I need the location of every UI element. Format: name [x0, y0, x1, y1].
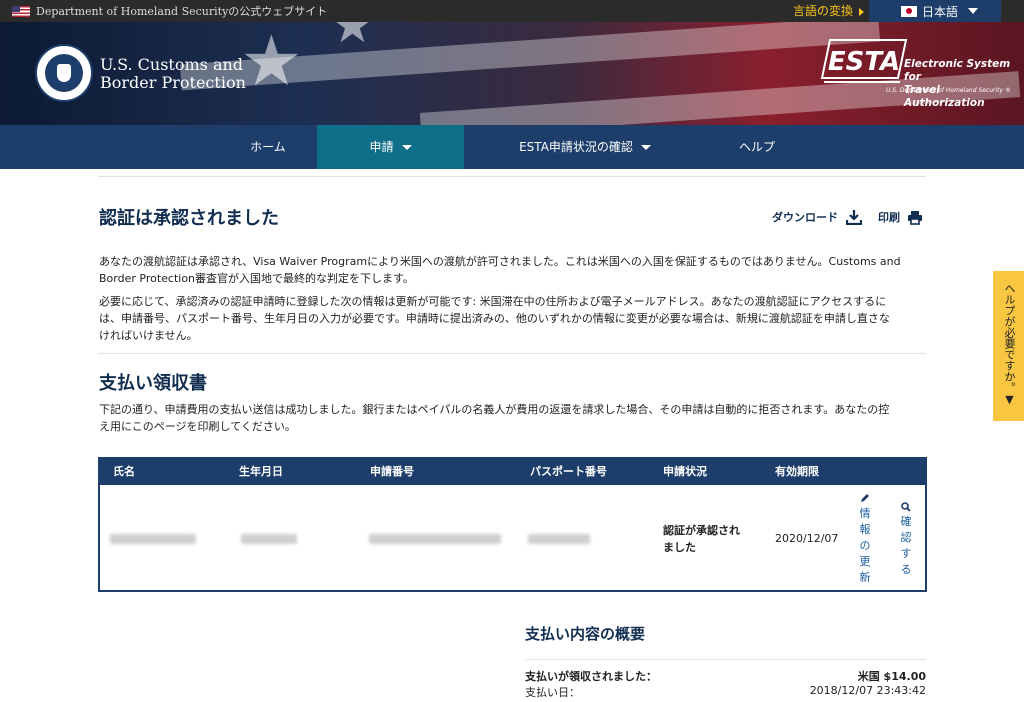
status-text: 認証が承認され ました — [663, 522, 740, 556]
site-header: ★ ★ U.S. Customs and Border Protection E… — [0, 22, 1024, 125]
update-info-label[interactable]: 情 報 の 更 新 — [858, 506, 872, 586]
update-info-char: 報 — [859, 523, 871, 536]
status-text-line1: 認証が承認され — [663, 524, 740, 537]
divider — [98, 176, 926, 177]
esta-title-line1: Electronic System for — [904, 58, 1011, 83]
us-flag-icon — [12, 5, 30, 17]
status-text-line2: ました — [663, 541, 696, 554]
language-change-label[interactable]: 言語の変換 — [793, 4, 853, 18]
receipt-paragraph-line1: 下記の通り、申請費用の支払い送信は成功しました。銀行またはペイパルの名義人が費用… — [99, 403, 890, 416]
nav-home-label: ホーム — [250, 140, 286, 154]
nav-help-label: ヘルプ — [738, 140, 775, 154]
agency-name[interactable]: U.S. Customs and Border Protection — [100, 56, 246, 92]
pencil-icon — [861, 494, 869, 502]
approval-paragraph-2: 必要に応じて、承認済みの認証申請時に登録した次の情報は更新が可能です: 米国滞在… — [99, 293, 914, 344]
download-label: ダウンロード — [772, 211, 838, 224]
check-status-label[interactable]: 確 認 す る — [899, 514, 913, 578]
approval-paragraph-2-line3: ければいけません。 — [99, 329, 198, 342]
japan-flag-icon — [901, 5, 917, 17]
column-header-status: 申請状況 — [663, 465, 707, 478]
column-header-expiry: 有効期限 — [775, 465, 819, 478]
agency-name-line1: U.S. Customs and — [100, 55, 244, 74]
help-tab[interactable]: ヘルプが必要ですか。▼ — [993, 271, 1024, 421]
approval-paragraph-2-line2: は、申請番号、パスポート番号、生年月日の入力が必要です。申請時に提出済みの、他の… — [99, 312, 890, 325]
chevron-down-icon — [401, 145, 412, 150]
receipt-paragraph: 下記の通り、申請費用の支払い送信は成功しました。銀行またはペイパルの名義人が費用… — [99, 401, 914, 435]
gov-banner-text: Department of Homeland Securityの公式ウェブサイト — [36, 5, 328, 18]
column-header-passport-number: パスポート番号 — [530, 465, 607, 478]
column-header-birthdate: 生年月日 — [239, 465, 283, 478]
print-label: 印刷 — [878, 211, 900, 224]
nav-home[interactable]: ホーム — [218, 125, 318, 169]
table-header: 氏名 生年月日 申請番号 パスポート番号 申請状況 有効期限 — [100, 459, 925, 485]
nav-help[interactable]: ヘルプ — [712, 125, 802, 169]
esta-logo-text: ESTA — [828, 47, 900, 77]
update-info-char: の — [859, 539, 871, 552]
divider — [98, 353, 926, 354]
dhs-seal-logo[interactable] — [35, 44, 93, 102]
column-header-name: 氏名 — [113, 465, 135, 478]
receipt-title: 支払い領収書 — [99, 373, 207, 394]
nav-apply[interactable]: 申請 — [317, 125, 464, 169]
redacted-birthdate — [241, 534, 297, 544]
check-status-char: す — [900, 547, 912, 560]
payment-date: 2018/12/07 23:43:42 — [809, 684, 926, 697]
search-icon — [901, 502, 911, 512]
redacted-application-number — [369, 534, 501, 544]
chevron-down-icon — [968, 8, 979, 14]
agency-name-line2: Border Protection — [100, 73, 246, 92]
nav-check-status[interactable]: ESTA申請状況の確認 — [500, 125, 670, 169]
nav-apply-label: 申請 — [369, 140, 394, 154]
check-status-char: 認 — [900, 531, 912, 544]
approval-title: 認証は承認されました — [99, 208, 279, 229]
payment-summary-title: 支払い内容の概要 — [525, 625, 646, 643]
check-status-char: る — [900, 563, 912, 576]
nav-check-status-label: ESTA申請状況の確認 — [519, 140, 633, 154]
language-select[interactable]: 日本語 — [869, 0, 1001, 22]
update-info-char: 更 — [859, 555, 871, 568]
redacted-passport-number — [528, 534, 590, 544]
redacted-name — [110, 534, 196, 544]
approval-paragraph-2-line1: 必要に応じて、承認済みの認証申請時に登録した次の情報は更新が可能です: 米国滞在… — [99, 295, 887, 308]
help-tab-label: ヘルプが必要ですか。▼ — [1003, 283, 1016, 406]
payment-received-label: 支払いが領収されました： — [525, 670, 657, 683]
language-change-link[interactable]: 言語の変換 — [793, 0, 865, 22]
esta-logo[interactable]: ESTA — [820, 38, 908, 86]
update-info-char: 情 — [859, 507, 871, 520]
divider — [525, 659, 926, 660]
approval-paragraph-1: あなたの渡航認証は承認され、Visa Waiver Programにより米国への… — [99, 253, 914, 287]
triangle-right-icon — [859, 7, 865, 16]
column-header-application-number: 申請番号 — [370, 465, 414, 478]
download-icon — [846, 210, 862, 225]
check-status-char: 確 — [900, 515, 912, 528]
esta-title: Electronic System for Travel Authorizati… — [904, 58, 1024, 110]
print-button[interactable]: 印刷 — [878, 209, 923, 225]
main-nav: ホーム 申請 ESTA申請状況の確認 ヘルプ — [0, 125, 1024, 169]
expiry-date: 2020/12/07 — [775, 532, 839, 545]
language-selected-label: 日本語 — [922, 4, 959, 19]
printer-icon — [908, 210, 922, 225]
approval-paragraph-1-line1: あなたの渡航認証は承認され、Visa Waiver Programにより米国への… — [99, 255, 901, 268]
application-table: 氏名 生年月日 申請番号 パスポート番号 申請状況 有効期限 認証が承認され ま… — [98, 457, 927, 592]
esta-subtitle: U.S. Department of Homeland Security ® — [886, 87, 1011, 94]
chevron-down-icon — [640, 145, 651, 150]
download-button[interactable]: ダウンロード — [772, 209, 862, 225]
approval-paragraph-1-line2: Border Protection審査官が入国地で最終的な判定を下します。 — [99, 272, 414, 285]
receipt-paragraph-line2: え用にこのページを印刷してください。 — [99, 420, 296, 433]
update-info-char: 新 — [859, 571, 871, 584]
payment-date-label: 支払い日： — [525, 686, 580, 699]
payment-amount: 米国 $14.00 — [857, 670, 926, 683]
